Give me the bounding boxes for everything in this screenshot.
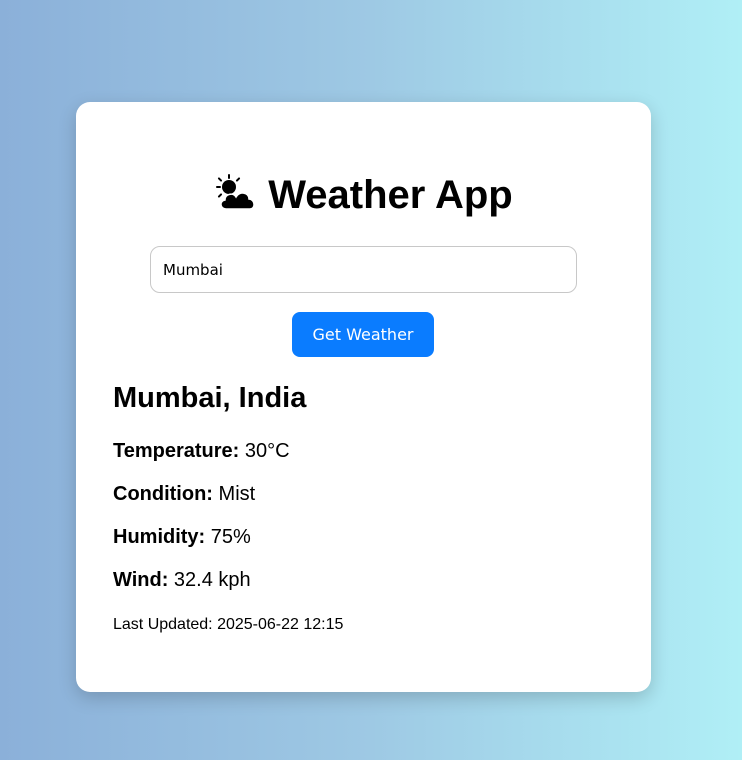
page-title: Weather App (76, 168, 651, 222)
humidity-label: Humidity: (113, 526, 206, 548)
wind-row: Wind: 32.4 kph (113, 569, 251, 592)
condition-value: Mist (218, 483, 256, 505)
app-title-text: Weather App (268, 173, 513, 217)
condition-row: Condition: Mist (113, 483, 255, 506)
humidity-value: 75% (210, 526, 251, 548)
temperature-row: Temperature: 30°C (113, 440, 290, 463)
get-weather-button[interactable]: Get Weather (292, 312, 434, 357)
city-search-input[interactable] (150, 246, 577, 293)
temperature-value: 30°C (244, 440, 290, 462)
temperature-label: Temperature: (113, 440, 240, 462)
wind-label: Wind: (113, 569, 169, 591)
weather-result: Mumbai, India Temperature: 30°C Conditio… (113, 378, 614, 633)
condition-label: Condition: (113, 483, 213, 505)
location-heading: Mumbai, India (113, 382, 307, 414)
sun-behind-cloud-icon (216, 174, 255, 211)
wind-value: 32.4 kph (173, 569, 251, 591)
weather-card: Weather App Get Weather Mumbai, India Te… (76, 102, 651, 692)
last-updated-text: Last Updated: 2025-06-22 12:15 (113, 616, 344, 633)
humidity-row: Humidity: 75% (113, 526, 251, 549)
